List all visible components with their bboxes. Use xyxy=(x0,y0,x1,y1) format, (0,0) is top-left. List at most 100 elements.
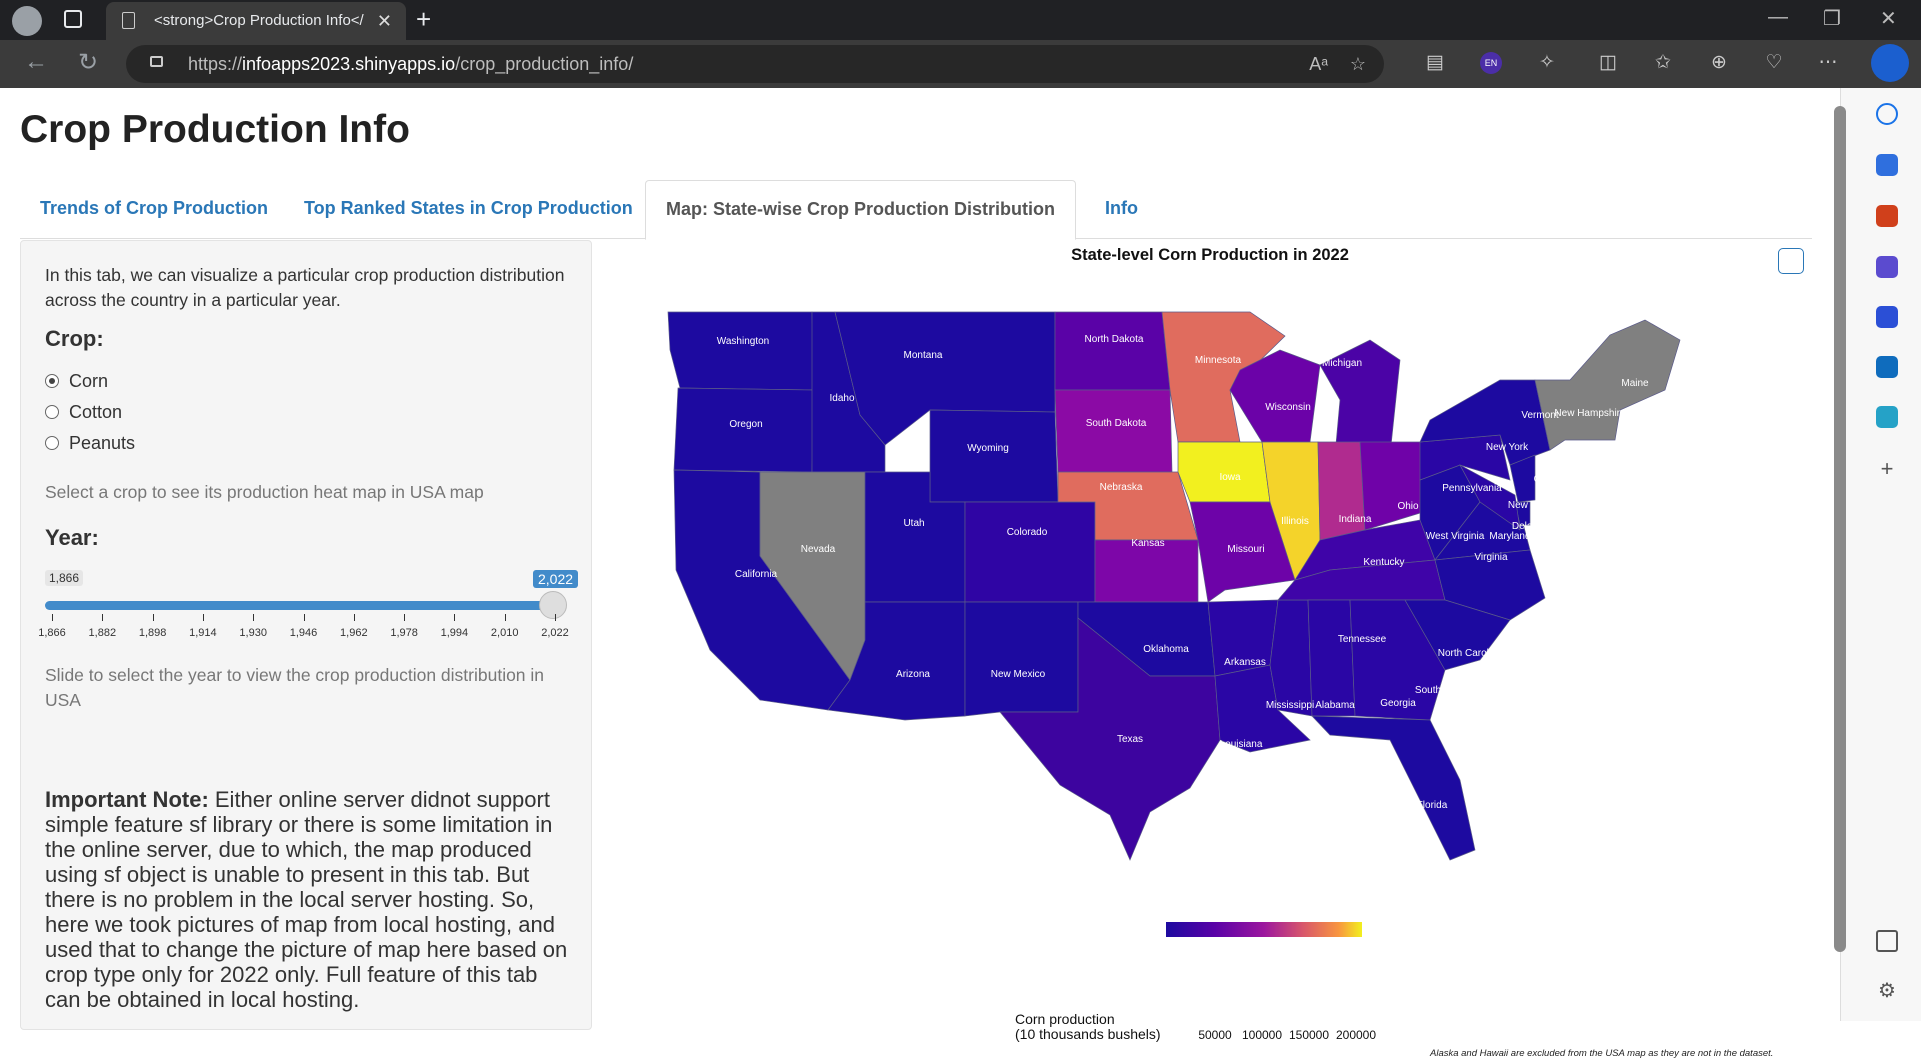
year-slider-tick-label: 1,962 xyxy=(340,627,368,639)
add-icon[interactable]: + xyxy=(1876,458,1898,480)
state-label: New Hampshire xyxy=(1554,408,1626,419)
year-slider-tick xyxy=(253,614,255,621)
refresh-icon[interactable]: ↻ xyxy=(78,48,98,77)
state-label: Iowa xyxy=(1219,472,1241,483)
microsoft365-icon[interactable] xyxy=(1876,306,1898,328)
drop-icon[interactable] xyxy=(1876,406,1898,428)
state-label: Georgia xyxy=(1380,698,1416,709)
state-label: Washington xyxy=(717,336,769,347)
year-slider-tick-label: 1,994 xyxy=(440,627,469,639)
state-label: Montana xyxy=(904,350,943,361)
bing-copilot-icon[interactable] xyxy=(1871,44,1909,82)
state-label: South Dakota xyxy=(1086,418,1147,429)
tools-icon[interactable] xyxy=(1876,205,1898,227)
state-label: Mississippi xyxy=(1266,700,1314,711)
state-colorado[interactable] xyxy=(964,501,1096,603)
back-icon[interactable]: ← xyxy=(24,48,48,76)
shopping-tag-icon[interactable] xyxy=(1876,154,1898,176)
tab-info[interactable]: Info xyxy=(1085,180,1158,240)
state-washington[interactable] xyxy=(667,311,815,391)
state-florida[interactable] xyxy=(1311,715,1476,861)
settings-gear-icon[interactable]: ⚙ xyxy=(1876,980,1898,1002)
state-label: Virginia xyxy=(1474,552,1508,563)
radio-peanuts-label: Peanuts xyxy=(69,433,136,453)
radio-cotton[interactable]: Cotton xyxy=(45,402,122,423)
state-label: Rhode Island xyxy=(1571,472,1630,483)
state-mississippi[interactable] xyxy=(1269,599,1313,717)
state-label: Maryland xyxy=(1489,531,1530,542)
tab-top-ranked[interactable]: Top Ranked States in Crop Production xyxy=(284,180,653,240)
year-slider-tick xyxy=(52,614,53,621)
state-wyoming[interactable] xyxy=(929,409,1059,503)
state-label: Utah xyxy=(903,518,924,529)
outlook-icon[interactable] xyxy=(1876,356,1898,378)
state-label: North Carolina xyxy=(1438,648,1503,659)
legend-tick-label: 50000 xyxy=(1198,1028,1232,1042)
state-north-dakota[interactable] xyxy=(1054,311,1171,391)
browser-tab-title: <strong>Crop Production Info</ xyxy=(154,12,364,29)
state-new-mexico[interactable] xyxy=(964,601,1079,717)
year-slider-tick xyxy=(102,614,104,621)
year-slider-tick xyxy=(555,614,556,621)
year-slider-handle[interactable] xyxy=(539,591,567,619)
favorite-star-icon[interactable]: ☆ xyxy=(1350,45,1366,83)
state-label: Pennsylvania xyxy=(1442,483,1502,494)
crop-help: Select a crop to see its production heat… xyxy=(45,482,484,502)
legend-tick-label: 100000 xyxy=(1241,1028,1283,1042)
state-label: Arizona xyxy=(896,669,930,680)
year-slider-track[interactable] xyxy=(45,601,553,610)
new-tab-icon[interactable]: + xyxy=(416,4,431,35)
legend-colorbar xyxy=(1166,922,1362,937)
restore-icon[interactable]: ❐ xyxy=(1823,6,1841,31)
browser-tab[interactable]: <strong>Crop Production Info</ ✕ xyxy=(106,2,406,40)
page-scrollbar[interactable] xyxy=(1834,106,1846,952)
state-label: Florida xyxy=(1417,800,1448,811)
address-bar[interactable]: https://infoapps2023.shinyapps.io/crop_p… xyxy=(126,45,1384,83)
more-menu-icon[interactable]: ⋯ xyxy=(1817,52,1839,74)
radio-corn[interactable]: Corn xyxy=(45,371,108,392)
collections-icon[interactable]: ▤ xyxy=(1424,52,1446,74)
radio-icon[interactable] xyxy=(45,436,59,450)
year-slider-tick-label: 1,866 xyxy=(38,627,66,639)
state-label: Arkansas xyxy=(1224,657,1266,668)
state-label: Tennessee xyxy=(1338,634,1387,645)
health-icon[interactable]: ♡ xyxy=(1763,52,1785,74)
minimize-icon[interactable]: — xyxy=(1768,6,1788,29)
games-icon[interactable] xyxy=(1876,256,1898,278)
state-kansas[interactable] xyxy=(1094,539,1199,603)
close-window-icon[interactable]: ✕ xyxy=(1880,6,1897,31)
extension-badge-icon[interactable]: EN xyxy=(1480,52,1502,74)
favorites-icon[interactable]: ✩ xyxy=(1652,52,1674,74)
year-help: Slide to select the year to view the cro… xyxy=(45,665,545,710)
sidebar-intro: In this tab, we can visualize a particul… xyxy=(45,265,565,310)
state-south-dakota[interactable] xyxy=(1054,389,1173,473)
profile-icon[interactable] xyxy=(12,6,42,36)
close-tab-icon[interactable]: ✕ xyxy=(377,2,392,40)
search-icon[interactable] xyxy=(1876,103,1898,125)
radio-peanuts[interactable]: Peanuts xyxy=(45,433,135,454)
state-label: Texas xyxy=(1117,734,1143,745)
tab-trends[interactable]: Trends of Crop Production xyxy=(20,180,288,240)
year-label: Year: xyxy=(45,525,99,550)
radio-icon[interactable] xyxy=(45,405,59,419)
year-slider-tick xyxy=(504,614,506,621)
radio-selected-icon[interactable] xyxy=(45,374,59,388)
collections-add-icon[interactable]: ⊕ xyxy=(1708,52,1730,74)
tab-map[interactable]: Map: State-wise Crop Production Distribu… xyxy=(645,180,1077,240)
sidebar-toggle-icon[interactable] xyxy=(1876,930,1898,952)
radio-cotton-label: Cotton xyxy=(69,402,123,422)
legend-title-line1: Corn production xyxy=(1015,1011,1115,1027)
state-indiana[interactable] xyxy=(1317,441,1366,541)
read-aloud-icon[interactable]: A͏ᵃ xyxy=(1309,45,1328,83)
state-oregon[interactable] xyxy=(673,387,815,473)
legend-title-line2: (10 thousands bushels) xyxy=(1015,1026,1161,1042)
state-alabama[interactable] xyxy=(1307,599,1356,717)
state-label: Louisiana xyxy=(1220,739,1263,750)
extensions-icon[interactable]: ✧ xyxy=(1536,52,1558,74)
tab-actions-icon[interactable] xyxy=(64,10,82,28)
state-new-england[interactable] xyxy=(1534,319,1681,451)
split-screen-icon[interactable]: ◫ xyxy=(1597,52,1619,74)
year-slider-tick-label: 2,010 xyxy=(490,627,519,639)
edge-sidebar xyxy=(1840,88,1921,1021)
state-label: Colorado xyxy=(1007,527,1048,538)
